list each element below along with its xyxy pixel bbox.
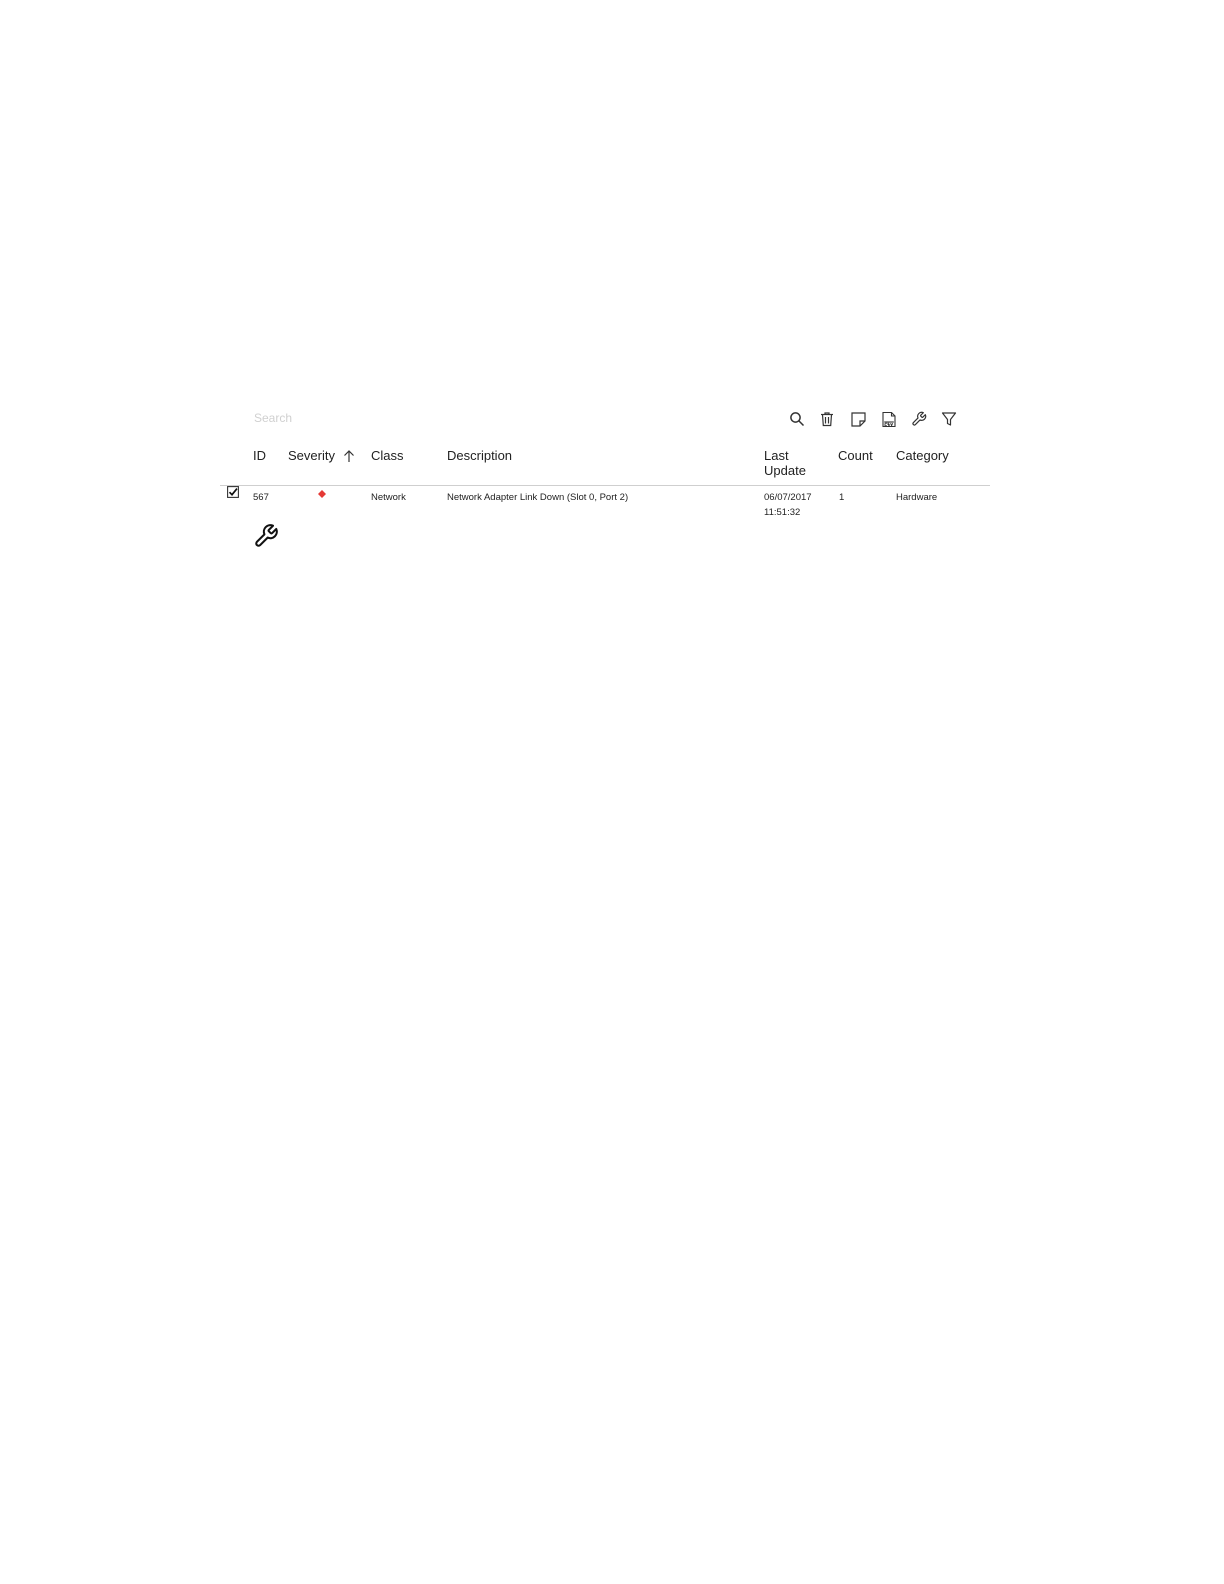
column-header-id[interactable]: ID	[253, 448, 266, 463]
search-icon	[790, 412, 805, 427]
column-header-category[interactable]: Category	[896, 448, 949, 463]
search-input[interactable]	[254, 408, 554, 428]
export-csv-button[interactable]	[878, 408, 900, 430]
sort-ascending-icon[interactable]	[342, 449, 356, 463]
header-divider	[220, 485, 990, 486]
column-header-class[interactable]: Class	[371, 448, 404, 463]
cell-count: 1	[839, 492, 845, 503]
cell-class: Network	[371, 492, 406, 503]
column-header-severity[interactable]: Severity	[288, 448, 335, 463]
row-checkbox-checked-icon[interactable]	[227, 486, 239, 498]
filter-button[interactable]	[938, 408, 960, 430]
filter-icon	[941, 412, 957, 426]
alerts-panel: ID Severity Class Description Last Updat…	[220, 400, 990, 560]
note-button[interactable]	[847, 408, 869, 430]
column-header-last-update[interactable]: Last Update	[764, 448, 810, 478]
cell-category: Hardware	[896, 492, 938, 503]
cell-last-update: 06/07/2017 11:51:32	[764, 492, 812, 518]
cell-description: Network Adapter Link Down (Slot 0, Port …	[447, 492, 629, 503]
note-icon	[850, 411, 866, 427]
trash-icon	[821, 412, 833, 427]
wrench-icon	[912, 411, 927, 426]
tools-button[interactable]	[908, 408, 930, 430]
column-header-description[interactable]: Description	[447, 448, 512, 463]
wrench-icon[interactable]	[253, 523, 279, 549]
search-button[interactable]	[786, 408, 808, 430]
column-header-count[interactable]: Count	[838, 448, 873, 463]
csv-export-icon	[882, 411, 896, 427]
delete-button[interactable]	[816, 408, 838, 430]
critical-diamond-icon	[318, 490, 326, 498]
cell-id: 567	[253, 492, 269, 503]
